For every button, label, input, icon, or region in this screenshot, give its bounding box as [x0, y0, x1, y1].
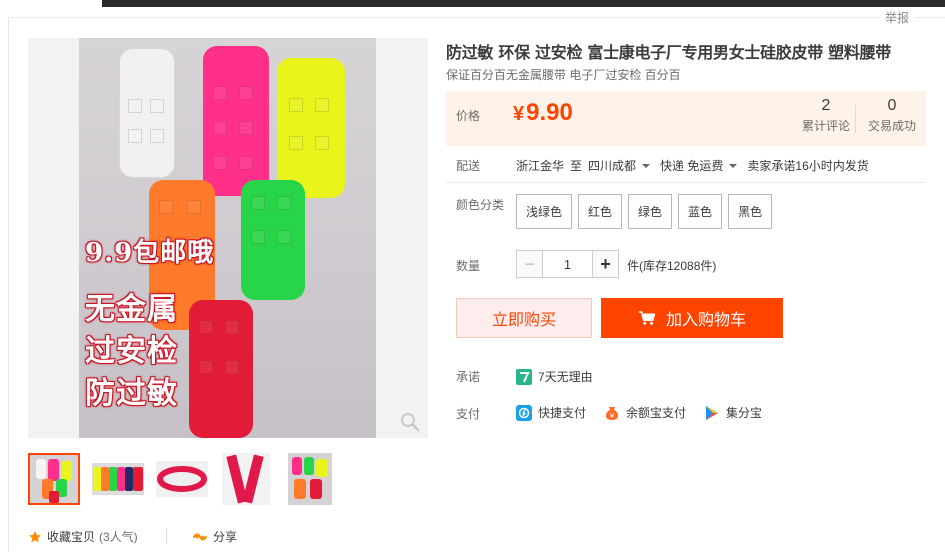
trades-count: 0 — [887, 97, 897, 114]
service-item: 7天无理由 — [538, 370, 593, 384]
price-label: 价格 — [456, 109, 481, 123]
quantity-stepper: − + — [516, 250, 619, 278]
color-option-red[interactable]: 红色 — [578, 194, 623, 229]
favorite-label: 收藏宝贝 — [47, 530, 96, 544]
thumbnail-4[interactable] — [220, 453, 272, 505]
stock-info: 件(库存12088件) — [627, 259, 717, 273]
chevron-down-icon — [729, 163, 738, 168]
svg-text:¥: ¥ — [610, 412, 615, 420]
promo-text-anti-allergy: 防过敏 — [85, 376, 178, 411]
report-link[interactable]: 举报 — [878, 11, 915, 25]
price-panel: 价格 ¥ 9.90 2 累计评论 0 交易成功 — [446, 91, 926, 146]
pay-method-quick-label: 快捷支付 — [538, 406, 587, 420]
ship-method-value: 快递 免运费 — [660, 159, 724, 173]
pink-belt — [203, 46, 269, 196]
pay-method-quick[interactable]: 快捷支付 — [516, 404, 586, 421]
zoom-icon[interactable] — [400, 412, 420, 432]
jifenbao-icon — [706, 405, 719, 420]
thumbnail-5[interactable] — [284, 453, 336, 505]
add-cart-label: 加入购物车 — [665, 312, 746, 329]
payment-label: 支付 — [456, 407, 481, 421]
add-to-cart-button[interactable]: 加入购物车 — [601, 298, 783, 338]
stat-divider — [855, 105, 856, 133]
trades-label: 交易成功 — [867, 119, 916, 133]
buy-now-button[interactable]: 立即购买 — [456, 298, 592, 338]
shipping-label: 配送 — [456, 159, 481, 173]
product-photo: 9.9包邮哦 无金属 过安检 防过敏 — [79, 38, 376, 438]
price-amount: 9.90 — [526, 99, 573, 126]
ship-method-dropdown[interactable]: 快递 免运费 — [660, 157, 747, 174]
ship-to-label: 至 — [570, 159, 583, 173]
promo-text-free-shipping: 9.9包邮哦 — [85, 238, 215, 268]
decrease-button[interactable]: − — [516, 250, 543, 278]
service-promise[interactable]: 7天无理由 — [516, 368, 593, 385]
pay-method-yuebao[interactable]: ¥ 余额宝支付 — [604, 404, 686, 421]
seven-day-icon — [516, 368, 532, 385]
payment-methods: 快捷支付 ¥ 余额宝支付 集分宝 — [516, 404, 780, 421]
yellow-belt — [277, 58, 345, 198]
thumbnail-1-image — [30, 455, 78, 503]
reviews-label: 累计评论 — [801, 119, 850, 133]
yuebao-icon: ¥ — [606, 406, 619, 420]
color-option-light-green[interactable]: 浅绿色 — [516, 194, 573, 229]
red-belt — [189, 300, 253, 438]
ship-promise: 卖家承诺16小时内发货 — [747, 159, 869, 173]
star-icon — [29, 530, 41, 542]
trades-stat: 0 交易成功 — [864, 97, 920, 134]
pay-method-yuebao-label: 余额宝支付 — [626, 406, 687, 420]
currency-symbol: ¥ — [513, 103, 525, 125]
thumbnail-2-image — [92, 463, 144, 495]
thumbnail-4-image — [222, 453, 270, 505]
pay-method-jifenbao[interactable]: 集分宝 — [704, 404, 762, 421]
quantity-label: 数量 — [456, 259, 481, 273]
share-button[interactable]: 分享 — [192, 528, 237, 545]
white-belt — [119, 48, 175, 178]
share-label: 分享 — [213, 530, 238, 544]
top-bar — [102, 0, 945, 7]
divider — [446, 182, 926, 183]
pay-method-jifenbao-label: 集分宝 — [726, 406, 763, 420]
buy-now-label: 立即购买 — [491, 312, 556, 329]
reviews-count: 2 — [821, 97, 831, 114]
promo-text-no-metal: 无金属 — [85, 292, 178, 327]
reviews-stat[interactable]: 2 累计评论 — [798, 97, 854, 134]
popularity-count: (3人气) — [99, 530, 138, 544]
green-belt — [241, 180, 305, 300]
color-option-green[interactable]: 绿色 — [628, 194, 673, 229]
sku-label: 颜色分类 — [456, 198, 505, 212]
color-option-blue[interactable]: 蓝色 — [678, 194, 723, 229]
price-value: ¥ 9.90 — [513, 99, 573, 127]
product-subtitle: 保证百分百无金属腰带 电子厂过安检 百分百 — [446, 68, 681, 82]
ship-from: 浙江金华 — [516, 159, 565, 173]
thumbnail-2[interactable] — [92, 453, 144, 505]
thumbnail-3[interactable] — [156, 453, 208, 505]
quick-pay-icon — [516, 404, 532, 421]
main-product-image[interactable]: 9.9包邮哦 无金属 过安检 防过敏 — [28, 38, 428, 438]
footer-divider — [166, 528, 167, 544]
thumbnail-3-image — [156, 461, 208, 497]
quantity-input[interactable] — [543, 250, 592, 278]
cart-icon — [638, 311, 656, 325]
color-options: 浅绿色 红色 绿色 蓝色 黑色 — [516, 194, 773, 229]
thumbnail-1[interactable] — [28, 453, 80, 505]
ship-to-dropdown[interactable]: 四川成都 — [588, 157, 660, 174]
shipping-info: 浙江金华 至 四川成都 快递 免运费 卖家承诺16小时内发货 — [516, 157, 869, 174]
share-icon — [193, 533, 207, 540]
product-title: 防过敏 环保 过安检 富士康电子厂专用男女士硅胶皮带 塑料腰带 — [446, 43, 891, 62]
color-option-black[interactable]: 黑色 — [728, 194, 773, 229]
service-label: 承诺 — [456, 370, 481, 384]
increase-button[interactable]: + — [592, 250, 619, 278]
promo-text-security: 过安检 — [85, 334, 178, 369]
ship-to-value: 四川成都 — [588, 159, 637, 173]
thumbnail-5-image — [288, 453, 332, 505]
favorite-button[interactable]: 收藏宝贝 (3人气) — [28, 528, 138, 545]
chevron-down-icon — [642, 163, 651, 168]
